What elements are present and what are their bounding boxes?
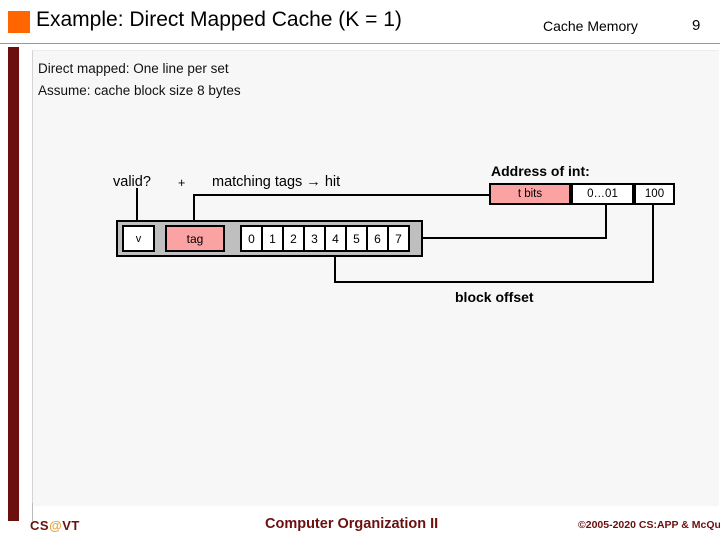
address-set-index-bits: 0…01 bbox=[571, 183, 634, 205]
data-byte-cell: 7 bbox=[387, 225, 410, 252]
data-byte-cell: 5 bbox=[345, 225, 368, 252]
data-byte-cell: 6 bbox=[366, 225, 389, 252]
valid-connector-vertical bbox=[136, 188, 138, 222]
index-connector-vertical bbox=[605, 205, 607, 239]
tag-connector-vertical bbox=[193, 194, 195, 222]
block-offset-connector-vertical bbox=[334, 255, 336, 283]
csvt-logo: CS@VT bbox=[30, 518, 80, 533]
footer-copyright: ©2005-2020 CS:APP & McQuain bbox=[578, 519, 720, 531]
address-block-offset-bits: 100 bbox=[634, 183, 675, 205]
data-byte-cell: 4 bbox=[324, 225, 347, 252]
index-connector-horizontal bbox=[421, 237, 607, 239]
footer-accent-bar bbox=[8, 503, 19, 521]
footer-course-title: Computer Organization II bbox=[265, 516, 439, 532]
data-byte-cell: 2 bbox=[282, 225, 305, 252]
valid-bit-cell: v bbox=[122, 225, 155, 252]
address-of-int-label: Address of int: bbox=[491, 163, 590, 179]
tag-cell: tag bbox=[165, 225, 225, 252]
at-icon: @ bbox=[49, 518, 63, 533]
matching-tags-label: matching tags → hit bbox=[212, 174, 341, 190]
logo-suffix: VT bbox=[62, 518, 80, 533]
offset-bits-connector-vertical bbox=[652, 205, 654, 283]
logo-prefix: CS bbox=[30, 518, 50, 533]
tag-connector-horizontal bbox=[193, 194, 491, 196]
valid-label: valid? bbox=[113, 174, 151, 190]
cache-diagram: valid? + matching tags → hit Address of … bbox=[0, 0, 720, 540]
data-byte-cell: 0 bbox=[240, 225, 263, 252]
data-byte-cell: 3 bbox=[303, 225, 326, 252]
plus-label: + bbox=[178, 176, 186, 190]
address-bitfield: t bits 0…01 100 bbox=[489, 183, 675, 205]
data-byte-cell: 1 bbox=[261, 225, 284, 252]
block-offset-label: block offset bbox=[455, 289, 534, 305]
block-offset-connector-horizontal bbox=[334, 281, 654, 283]
address-tag-bits: t bits bbox=[489, 183, 571, 205]
